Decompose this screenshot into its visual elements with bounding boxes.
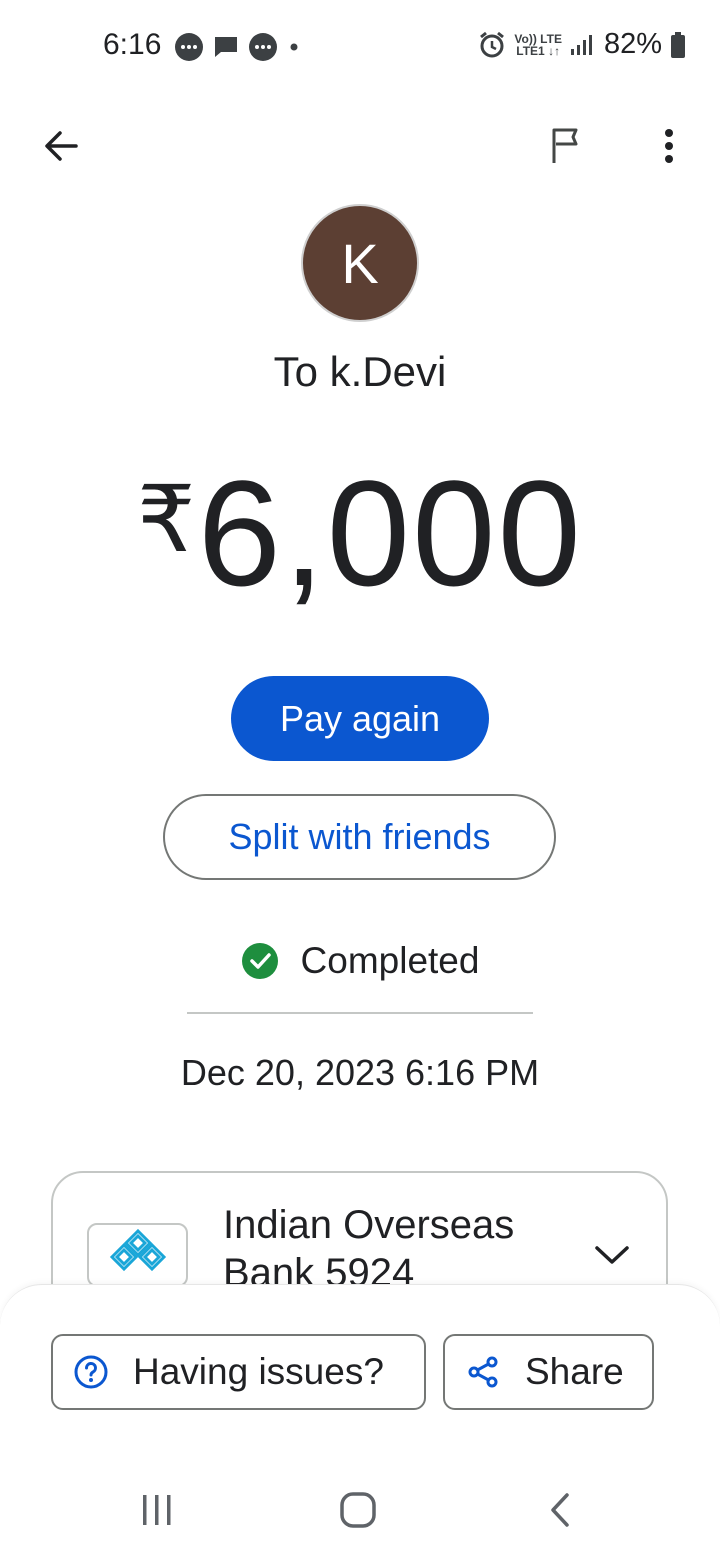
status-time: 6:16 — [103, 28, 162, 61]
check-circle-icon — [241, 943, 278, 979]
pay-again-button[interactable]: Pay again — [231, 676, 489, 761]
split-with-friends-button[interactable]: Split with friends — [163, 794, 556, 880]
battery-icon — [671, 31, 685, 58]
report-flag-button[interactable] — [542, 122, 592, 170]
bank-logo — [87, 1223, 188, 1287]
having-issues-label: Having issues? — [133, 1351, 384, 1392]
chevron-down-icon — [595, 1246, 629, 1264]
bank-logo-icon — [109, 1228, 166, 1272]
status-text: Completed — [300, 940, 480, 981]
signal-icon — [570, 34, 592, 55]
expand-button[interactable] — [589, 1235, 635, 1275]
recents-icon — [143, 1495, 171, 1525]
divider — [187, 1012, 533, 1014]
share-icon — [468, 1356, 498, 1388]
transaction-status: Completed — [0, 940, 720, 982]
network-label-top: Vo)) LTE — [514, 31, 562, 46]
chat-bubble-icon — [249, 33, 277, 61]
help-icon — [74, 1355, 108, 1389]
share-label: Share — [525, 1351, 624, 1392]
network-label-bottom: LTE1 ↓↑ — [516, 43, 561, 58]
message-icon — [215, 37, 237, 57]
network-indicator: Vo)) LTE LTE1 ↓↑ — [514, 33, 562, 57]
status-bar: 6:16 Vo)) LTE LTE1 ↓↑ 82% — [0, 0, 720, 92]
chat-bubble-icon — [175, 33, 203, 61]
recipient-name: To k.Devi — [273, 348, 447, 395]
nav-back-button[interactable] — [536, 1486, 584, 1534]
transaction-datetime: Dec 20, 2023 6:16 PM — [180, 1052, 540, 1093]
arrow-back-icon — [45, 131, 78, 161]
more-options-button[interactable] — [646, 122, 692, 170]
flag-icon — [552, 128, 578, 163]
home-icon — [340, 1492, 376, 1528]
nav-recents-button[interactable] — [130, 1486, 184, 1534]
amount-value: 6,000 — [197, 449, 583, 617]
notification-icons — [174, 32, 302, 62]
more-notifications-dot-icon — [290, 43, 298, 51]
share-button[interactable]: Share — [443, 1334, 654, 1410]
battery-percent: 82% — [603, 28, 662, 60]
payment-amount: ₹ 6,000 — [0, 458, 720, 608]
nav-home-button[interactable] — [333, 1486, 383, 1534]
avatar[interactable]: K — [301, 204, 419, 322]
avatar-letter: K — [341, 231, 379, 295]
nav-back-icon — [551, 1493, 569, 1527]
bank-name: Indian Overseas Bank 5924 — [223, 1203, 515, 1295]
status-right: Vo)) LTE LTE1 ↓↑ 82% — [478, 28, 686, 61]
having-issues-button[interactable]: Having issues? — [51, 1334, 426, 1410]
alarm-icon — [480, 31, 505, 57]
back-button[interactable] — [36, 122, 84, 170]
currency-symbol: ₹ — [137, 468, 196, 571]
more-vert-icon — [665, 129, 673, 163]
